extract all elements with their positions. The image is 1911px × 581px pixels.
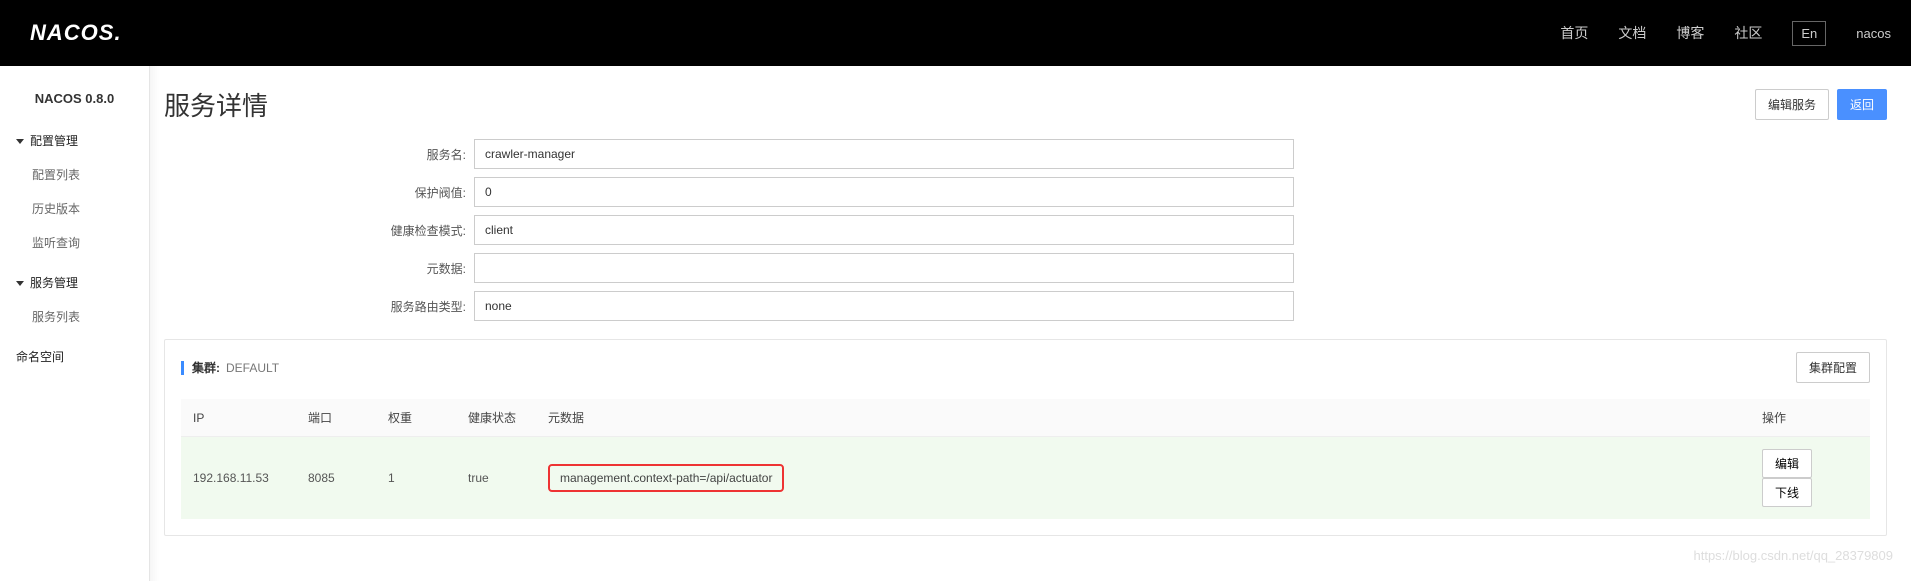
instance-table: IP 端口 权重 健康状态 元数据 操作 192.168.11.53 8085 … — [181, 399, 1870, 519]
col-health: 健康状态 — [456, 399, 536, 437]
table-header-row: IP 端口 权重 健康状态 元数据 操作 — [181, 399, 1870, 437]
row-edit-button[interactable]: 编辑 — [1762, 449, 1812, 478]
logo: NACOS. — [30, 20, 122, 46]
label-route-type: 服务路由类型: — [164, 298, 474, 315]
sidebar-item-service-list[interactable]: 服务列表 — [0, 300, 149, 334]
service-form: 服务名: 保护阀值: 健康检查模式: 元数据: 服务路由类型: — [164, 139, 1887, 321]
input-health-check-mode[interactable] — [474, 215, 1294, 245]
user-name[interactable]: nacos — [1856, 26, 1891, 41]
sidebar-item-history[interactable]: 历史版本 — [0, 192, 149, 226]
nav-community[interactable]: 社区 — [1734, 23, 1762, 43]
sidebar: NACOS 0.8.0 配置管理 配置列表 历史版本 监听查询 服务管理 服务列… — [0, 66, 150, 581]
top-header: NACOS. 首页 文档 博客 社区 En nacos — [0, 0, 1911, 66]
cluster-accent-bar — [181, 361, 184, 375]
row-offline-button[interactable]: 下线 — [1762, 478, 1812, 507]
cluster-config-button[interactable]: 集群配置 — [1796, 352, 1870, 383]
label-protect-threshold: 保护阀值: — [164, 184, 474, 201]
metadata-highlight: management.context-path=/api/actuator — [548, 464, 784, 492]
input-protect-threshold[interactable] — [474, 177, 1294, 207]
sidebar-group-service[interactable]: 服务管理 — [0, 266, 149, 300]
input-route-type[interactable] — [474, 291, 1294, 321]
label-service-name: 服务名: — [164, 146, 474, 163]
col-port: 端口 — [296, 399, 376, 437]
cell-port: 8085 — [296, 437, 376, 520]
col-metadata: 元数据 — [536, 399, 1750, 437]
cluster-label: 集群: — [192, 359, 220, 376]
input-metadata[interactable] — [474, 253, 1294, 283]
sidebar-group-label: 服务管理 — [30, 272, 78, 294]
caret-down-icon — [16, 281, 24, 286]
nav-docs[interactable]: 文档 — [1618, 23, 1646, 43]
sidebar-group-label: 配置管理 — [30, 130, 78, 152]
col-weight: 权重 — [376, 399, 456, 437]
label-metadata: 元数据: — [164, 260, 474, 277]
lang-switch[interactable]: En — [1792, 21, 1826, 46]
cell-weight: 1 — [376, 437, 456, 520]
nav-blog[interactable]: 博客 — [1676, 23, 1704, 43]
cell-ip: 192.168.11.53 — [181, 437, 296, 520]
col-ops: 操作 — [1750, 399, 1870, 437]
caret-down-icon — [16, 139, 24, 144]
back-button[interactable]: 返回 — [1837, 89, 1887, 120]
cluster-card: 集群: DEFAULT 集群配置 IP 端口 权重 健康状态 元数据 操作 — [164, 339, 1887, 536]
input-service-name[interactable] — [474, 139, 1294, 169]
sidebar-group-config[interactable]: 配置管理 — [0, 124, 149, 158]
top-nav: 首页 文档 博客 社区 En nacos — [1560, 21, 1891, 46]
logo-text: NACOS. — [30, 20, 122, 45]
cell-ops: 编辑 下线 — [1750, 437, 1870, 520]
nav-home[interactable]: 首页 — [1560, 23, 1588, 43]
label-health-check-mode: 健康检查模式: — [164, 222, 474, 239]
page-title: 服务详情 — [164, 86, 268, 123]
edit-service-button[interactable]: 编辑服务 — [1755, 89, 1829, 120]
cluster-header: 集群: DEFAULT 集群配置 — [165, 340, 1886, 395]
version-label: NACOS 0.8.0 — [0, 81, 149, 124]
sidebar-item-listen[interactable]: 监听查询 — [0, 226, 149, 260]
col-ip: IP — [181, 399, 296, 437]
cell-health: true — [456, 437, 536, 520]
cluster-name: DEFAULT — [226, 361, 279, 375]
main-content: 服务详情 编辑服务 返回 服务名: 保护阀值: 健康检查模式: 元数据: — [150, 66, 1911, 581]
table-row: 192.168.11.53 8085 1 true management.con… — [181, 437, 1870, 520]
cell-metadata: management.context-path=/api/actuator — [536, 437, 1750, 520]
sidebar-item-config-list[interactable]: 配置列表 — [0, 158, 149, 192]
sidebar-item-namespace[interactable]: 命名空间 — [0, 340, 149, 374]
